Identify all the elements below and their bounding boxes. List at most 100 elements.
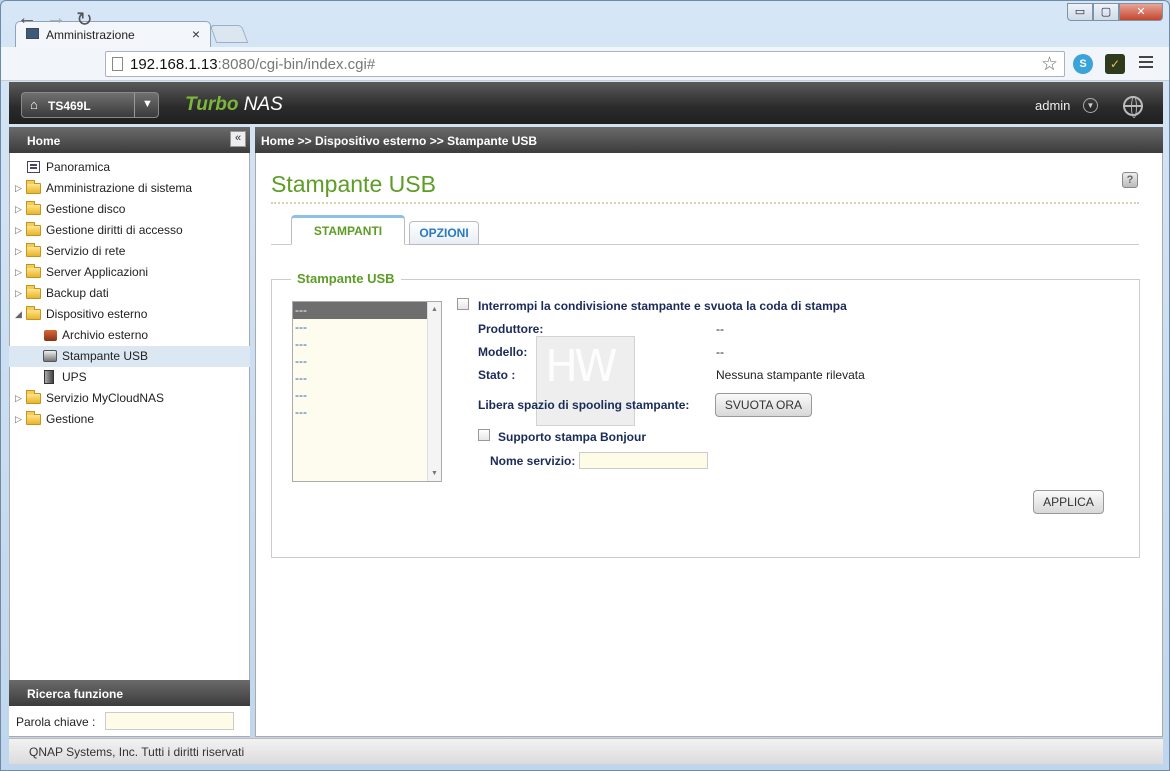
service-name-label: Nome servizio:	[490, 454, 576, 468]
bookmark-star-icon[interactable]: ☆	[1041, 53, 1058, 76]
status-value: Nessuna stampante rilevata	[716, 368, 865, 382]
model-label: Modello:	[478, 345, 528, 359]
ups-icon	[44, 370, 54, 384]
window-controls: ▭ ▢ ✕	[1067, 3, 1163, 23]
help-icon[interactable]: ?	[1122, 172, 1138, 188]
expand-icon[interactable]: ▷	[15, 409, 22, 430]
expand-icon[interactable]: ▷	[15, 241, 22, 262]
tab-stampanti[interactable]: STAMPANTI	[291, 215, 405, 245]
sidebar-item-gestione-disco[interactable]: ▷ Gestione disco	[9, 199, 250, 220]
sidebar-title: Home	[27, 134, 61, 148]
search-function-title: Ricerca funzione	[27, 687, 124, 701]
forward-arrow-icon[interactable]: →	[46, 7, 66, 30]
stop-sharing-label: Interrompi la condivisione stampante e s…	[478, 299, 847, 313]
home-icon: ⌂	[30, 97, 38, 112]
user-menu-chevron-icon[interactable]: ▼	[1083, 98, 1098, 113]
model-value: --	[716, 345, 724, 359]
list-item[interactable]: ---	[293, 404, 441, 421]
footer: QNAP Systems, Inc. Tutti i diritti riser…	[9, 738, 1163, 764]
clear-spool-button[interactable]: SVUOTA ORA	[715, 393, 812, 417]
sidebar-item-server-applicazioni[interactable]: ▷ Server Applicazioni	[9, 262, 250, 283]
folder-icon	[26, 180, 41, 194]
keyword-input[interactable]	[105, 712, 234, 730]
manufacturer-label: Produttore:	[478, 322, 544, 336]
page-icon	[112, 57, 123, 71]
reload-icon[interactable]: ↻	[76, 7, 93, 32]
expand-icon[interactable]: ▷	[15, 178, 22, 199]
scroll-up-icon[interactable]: ▲	[431, 306, 438, 313]
sidebar-item-panoramica[interactable]: Panoramica	[9, 157, 250, 178]
folder-icon	[26, 411, 41, 425]
sidebar-header: Home «	[9, 127, 250, 153]
sidebar-item-mycloudnas[interactable]: ▷ Servizio MyCloudNAS	[9, 388, 250, 409]
close-window-icon[interactable]: ✕	[1119, 3, 1163, 21]
list-item[interactable]: ---	[293, 387, 441, 404]
search-function-row: Parola chiave :	[9, 706, 250, 736]
page-title: Stampante USB	[271, 171, 436, 197]
overview-icon	[27, 161, 40, 173]
folder-icon	[26, 285, 41, 299]
stop-sharing-checkbox[interactable]	[457, 298, 469, 310]
expand-icon[interactable]: ▷	[15, 262, 22, 283]
list-item[interactable]: ---	[293, 302, 441, 319]
sidebar-item-gestione-diritti[interactable]: ▷ Gestione diritti di accesso	[9, 220, 250, 241]
status-label: Stato :	[478, 368, 516, 382]
bonjour-label: Supporto stampa Bonjour	[498, 430, 646, 444]
list-scrollbar[interactable]: ▲ ▼	[427, 302, 441, 481]
sidebar-item-backup-dati[interactable]: ▷ Backup dati	[9, 283, 250, 304]
list-item[interactable]: ---	[293, 353, 441, 370]
expand-icon[interactable]: ▷	[15, 220, 22, 241]
copyright-text: QNAP Systems, Inc. Tutti i diritti riser…	[29, 745, 245, 759]
breadcrumb: Home >> Dispositivo esterno >> Stampante…	[255, 127, 1163, 153]
sidebar-item-stampante-usb[interactable]: Stampante USB	[9, 346, 250, 367]
collapse-sidebar-icon[interactable]: «	[230, 131, 246, 147]
tab-close-icon[interactable]: ×	[192, 26, 200, 42]
sidebar-item-archivio-esterno[interactable]: Archivio esterno	[9, 325, 250, 346]
browser-window: Amministrazione × ▭ ▢ ✕ ← → ↻ 192.168.1.…	[0, 0, 1170, 771]
back-arrow-icon[interactable]: ←	[17, 7, 37, 30]
nas-header	[9, 82, 1163, 124]
list-item[interactable]: ---	[293, 336, 441, 353]
folder-icon	[26, 201, 41, 215]
navigation-tree: Panoramica ▷ Amministrazione di sistema …	[9, 157, 250, 430]
collapse-icon[interactable]: ◢	[15, 304, 22, 325]
service-name-input[interactable]	[579, 452, 708, 469]
model-name: TS469L	[48, 99, 91, 113]
folder-icon	[26, 390, 41, 404]
address-bar[interactable]: 192.168.1.13:8080/cgi-bin/index.cgi# ☆	[105, 51, 1065, 77]
list-item[interactable]: ---	[293, 319, 441, 336]
spool-label: Libera spazio di spooling stampante:	[478, 398, 690, 412]
browser-tab-active[interactable]: Amministrazione ×	[15, 21, 211, 47]
external-storage-icon	[44, 330, 57, 341]
sidebar-item-gestione[interactable]: ▷ Gestione	[9, 409, 250, 430]
expand-icon[interactable]: ▷	[15, 283, 22, 304]
language-globe-icon[interactable]	[1123, 96, 1143, 118]
extension-icon[interactable]: ✓	[1105, 54, 1125, 74]
bonjour-checkbox[interactable]	[478, 429, 490, 441]
search-function-header: Ricerca funzione	[9, 680, 250, 706]
breadcrumb-text: Home >> Dispositivo esterno >> Stampante…	[261, 134, 538, 148]
sidebar-item-ups[interactable]: UPS	[9, 367, 250, 388]
expand-icon[interactable]: ▷	[15, 199, 22, 220]
tab-opzioni[interactable]: OPZIONI	[409, 221, 479, 245]
url-text: 192.168.1.13:8080/cgi-bin/index.cgi#	[130, 56, 376, 73]
manufacturer-value: --	[716, 322, 724, 336]
scroll-down-icon[interactable]: ▼	[431, 470, 438, 477]
skype-extension-icon[interactable]: S	[1073, 54, 1093, 74]
minimize-icon[interactable]: ▭	[1067, 3, 1093, 21]
keyword-label: Parola chiave :	[16, 715, 96, 729]
user-name[interactable]: admin	[1035, 98, 1070, 113]
sidebar-item-servizio-rete[interactable]: ▷ Servizio di rete	[9, 241, 250, 262]
model-selector[interactable]: ⌂ TS469L ▼	[21, 92, 159, 118]
maximize-icon[interactable]: ▢	[1093, 3, 1119, 21]
list-item[interactable]: ---	[293, 370, 441, 387]
title-divider	[271, 202, 1139, 204]
printer-icon	[43, 350, 57, 362]
browser-menu-icon[interactable]	[1139, 56, 1153, 71]
apply-button[interactable]: APPLICA	[1033, 490, 1104, 514]
new-tab-button[interactable]	[209, 25, 249, 43]
sidebar-item-dispositivo-esterno[interactable]: ◢ Dispositivo esterno	[9, 304, 250, 325]
printer-list[interactable]: --- --- --- --- --- --- --- ▲ ▼	[292, 301, 442, 482]
sidebar-item-amministrazione-sistema[interactable]: ▷ Amministrazione di sistema	[9, 178, 250, 199]
expand-icon[interactable]: ▷	[15, 388, 22, 409]
